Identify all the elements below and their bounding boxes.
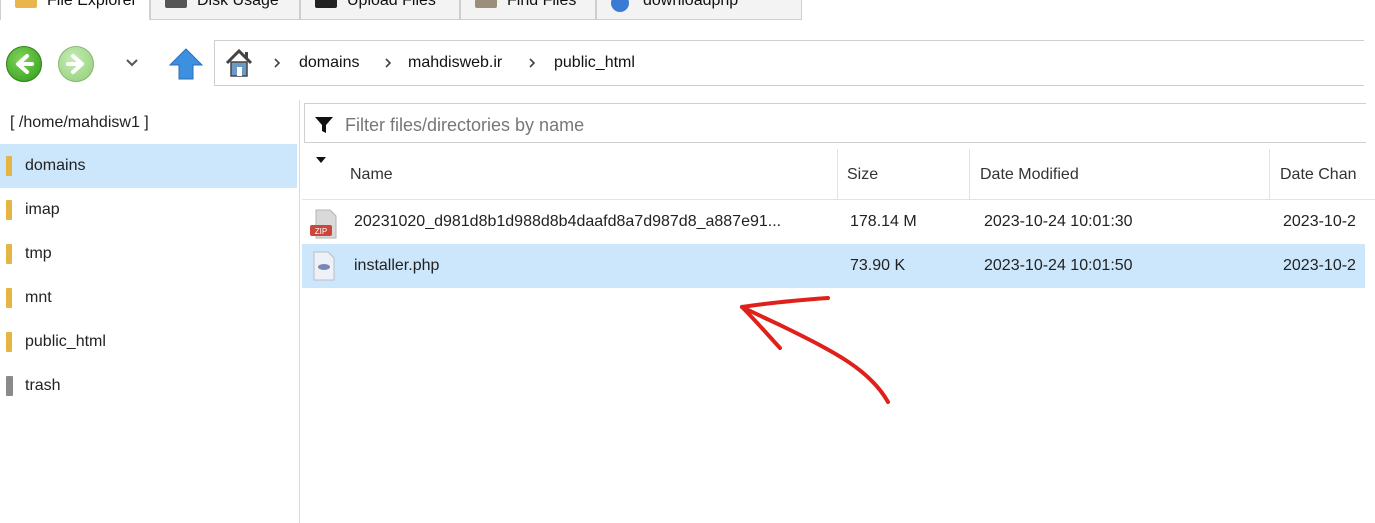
- disk-icon: [165, 0, 187, 8]
- sidebar-item-label: public_html: [25, 333, 106, 350]
- file-size: 178.14 M: [850, 213, 917, 230]
- column-header-date-modified[interactable]: Date Modified: [970, 149, 1270, 199]
- address-bar[interactable]: domains mahdisweb.ir public_html: [214, 40, 1364, 86]
- chevron-right-icon: [529, 58, 536, 68]
- file-name: 20231020_d981d8b1d988d8b4daafd8a7d987d8_…: [354, 213, 782, 230]
- tab-find-files[interactable]: Find Files: [460, 0, 596, 20]
- upload-icon: [315, 0, 337, 8]
- table-header: Name Size Date Modified Date Chan: [302, 149, 1375, 200]
- folder-icon: [6, 156, 12, 176]
- globe-icon: [611, 0, 629, 12]
- home-icon[interactable]: [221, 45, 257, 81]
- current-root-path: [ /home/mahdisw1 ]: [10, 114, 149, 131]
- sidebar-item-imap[interactable]: imap: [0, 188, 297, 232]
- annotation-arrow-icon: [740, 296, 890, 404]
- up-arrow-icon[interactable]: [166, 46, 206, 82]
- forward-button[interactable]: [58, 46, 94, 82]
- history-dropdown-icon[interactable]: [122, 52, 142, 72]
- back-arrow-icon: [16, 54, 34, 74]
- sidebar-item-label: trash: [25, 377, 61, 394]
- filter-placeholder: Filter files/directories by name: [345, 115, 585, 135]
- sidebar-item-public-html[interactable]: public_html: [0, 320, 297, 364]
- column-label: Name: [350, 166, 393, 183]
- folder-icon: [6, 244, 12, 264]
- column-label: Date Chan: [1280, 166, 1357, 183]
- tab-label: Find Files: [507, 0, 577, 9]
- file-name: installer.php: [354, 257, 440, 274]
- navigation-bar: domains mahdisweb.ir public_html: [0, 38, 1375, 90]
- sidebar-item-tmp[interactable]: tmp: [0, 232, 297, 276]
- sidebar-item-mnt[interactable]: mnt: [0, 276, 297, 320]
- folder-icon: [6, 288, 12, 308]
- sidebar-item-label: domains: [25, 157, 86, 174]
- breadcrumb-domains[interactable]: domains: [299, 54, 359, 72]
- breadcrumb-mahdisweb[interactable]: mahdisweb.ir: [408, 54, 502, 72]
- sidebar-item-trash[interactable]: trash: [0, 364, 297, 408]
- filter-input[interactable]: Filter files/directories by name: [304, 103, 1366, 143]
- svg-text:ZIP: ZIP: [315, 227, 327, 236]
- trash-icon: [6, 376, 13, 396]
- folder-icon: [6, 332, 12, 352]
- column-header-date-changed[interactable]: Date Chan: [1270, 149, 1375, 199]
- sidebar-item-label: mnt: [25, 289, 52, 306]
- tab-downloadphp[interactable]: downloadphp: [596, 0, 802, 20]
- tab-file-explorer[interactable]: File Explorer: [0, 0, 150, 20]
- tab-disk-usage[interactable]: Disk Usage: [150, 0, 300, 20]
- file-date-modified: 2023-10-24 10:01:30: [984, 213, 1133, 230]
- file-date-changed: 2023-10-2: [1283, 213, 1356, 230]
- tab-strip: File Explorer Disk Usage Upload Files Fi…: [0, 0, 1375, 22]
- table-row[interactable]: installer.php 73.90 K 2023-10-24 10:01:5…: [302, 244, 1365, 288]
- tab-label: downloadphp: [643, 0, 739, 9]
- column-label: Date Modified: [980, 166, 1079, 183]
- zip-icon: ZIP: [310, 209, 337, 239]
- chevron-right-icon: [274, 58, 281, 68]
- php-file-icon: [313, 251, 335, 281]
- breadcrumb-public-html[interactable]: public_html: [554, 54, 635, 72]
- table-row[interactable]: ZIP 20231020_d981d8b1d988d8b4daafd8a7d98…: [302, 200, 1365, 244]
- column-label: Size: [847, 166, 879, 183]
- tab-label: Disk Usage: [197, 0, 279, 9]
- file-size: 73.90 K: [850, 257, 906, 274]
- column-header-size[interactable]: Size: [838, 149, 970, 199]
- file-date-changed: 2023-10-2: [1283, 257, 1356, 274]
- back-button[interactable]: [6, 46, 42, 82]
- sidebar-item-label: tmp: [25, 245, 52, 262]
- folder-icon: [6, 200, 12, 220]
- folder-icon: [15, 0, 37, 8]
- filter-icon: [315, 117, 333, 133]
- column-header-name[interactable]: Name: [302, 149, 838, 199]
- find-icon: [475, 0, 497, 8]
- sidebar-item-label: imap: [25, 201, 60, 218]
- forward-arrow-icon: [66, 54, 84, 74]
- chevron-right-icon: [385, 58, 392, 68]
- tab-upload-files[interactable]: Upload Files: [300, 0, 460, 20]
- tab-label: Upload Files: [347, 0, 436, 9]
- tab-label: File Explorer: [47, 0, 137, 9]
- sidebar-item-domains[interactable]: domains: [0, 144, 297, 188]
- file-date-modified: 2023-10-24 10:01:50: [984, 257, 1133, 274]
- sort-descending-icon: [316, 157, 326, 163]
- folder-tree: [ /home/mahdisw1 ] domains imap tmp mnt …: [0, 100, 300, 523]
